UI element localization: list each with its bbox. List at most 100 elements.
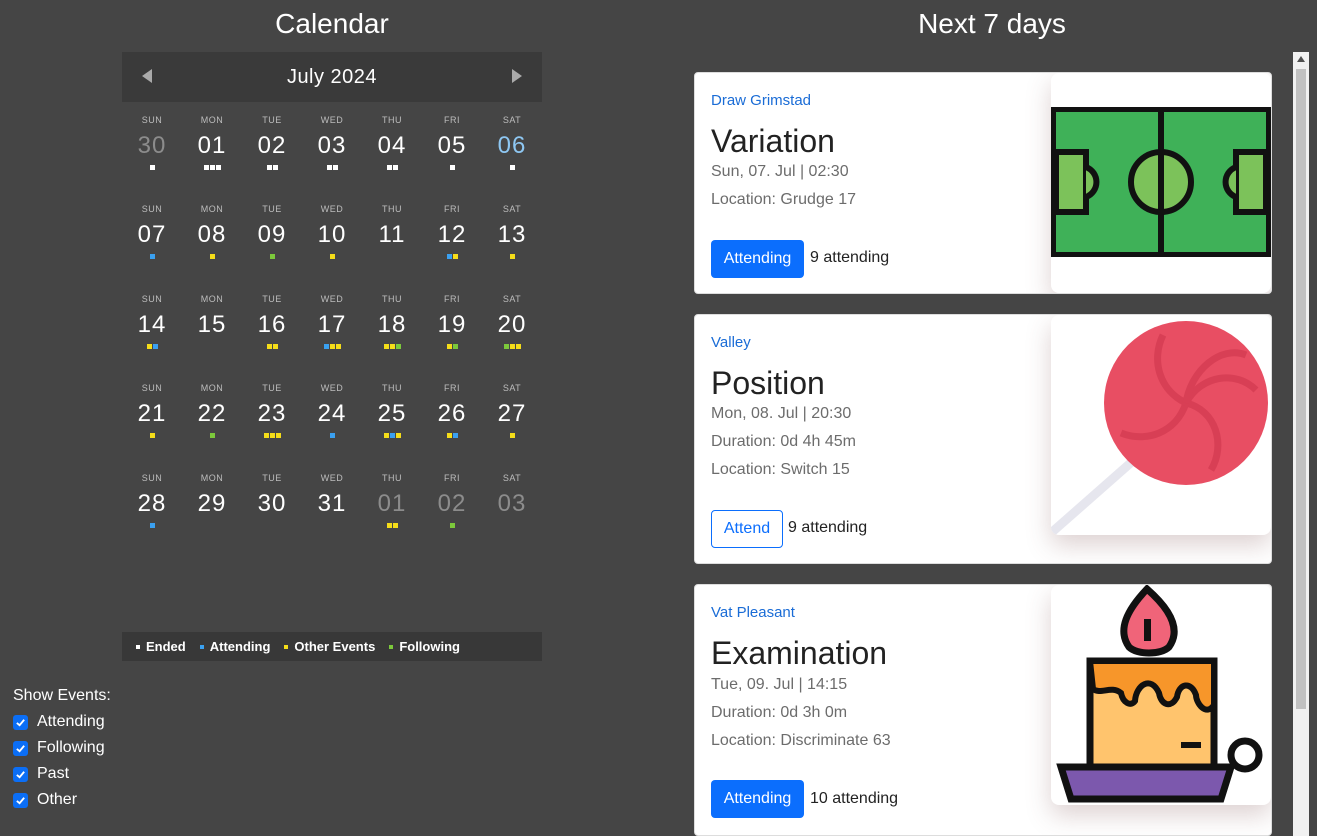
legend-item-following: Following (389, 639, 460, 654)
calendar-day-cell[interactable]: SAT 06 (482, 110, 542, 194)
calendar-day-cell[interactable]: SUN 07 (122, 199, 182, 283)
weekday-label: TUE (262, 473, 282, 483)
calendar-day-cell[interactable]: SAT 20 (482, 289, 542, 373)
filter-attending-checkbox[interactable]: Attending (13, 709, 111, 735)
calendar-day-cell[interactable]: SAT 13 (482, 199, 542, 283)
calendar-day-cell[interactable]: SUN 21 (122, 378, 182, 462)
weekday-label: MON (200, 204, 224, 214)
calendar-day-cell[interactable]: THU 25 (362, 378, 422, 462)
attending-button[interactable]: Attending (711, 240, 804, 278)
calendar-day-cell[interactable]: FRI 02 (422, 468, 482, 552)
checkbox-checked-icon[interactable] (13, 766, 28, 782)
calendar-day-cell[interactable]: WED 17 (302, 289, 362, 373)
event-dots (362, 165, 422, 171)
calendar-day-cell[interactable]: FRI 26 (422, 378, 482, 462)
prev-month-arrow-icon[interactable] (142, 69, 152, 83)
attend-button[interactable]: Attend (711, 510, 783, 548)
candle-icon (1056, 585, 1263, 803)
event-organizer-link[interactable]: Vat Pleasant (711, 604, 795, 621)
weekday-label: FRI (444, 473, 460, 483)
event-date: Tue, 09. Jul | 14:15 (711, 676, 848, 693)
day-number: 07 (137, 221, 167, 248)
event-card[interactable]: Draw Grimstad Variation Sun, 07. Jul | 0… (694, 72, 1272, 294)
filter-other-checkbox[interactable]: Other (13, 787, 111, 813)
day-number: 15 (197, 311, 227, 338)
event-dot (272, 344, 278, 349)
page-scrollbar[interactable] (1293, 52, 1309, 836)
legend-item-other-events: Other Events (284, 639, 375, 654)
attending-button[interactable]: Attending (711, 780, 804, 818)
filter-past-checkbox[interactable]: Past (13, 761, 111, 787)
event-dot (392, 523, 398, 528)
calendar-day-cell[interactable]: SUN 30 (122, 110, 182, 194)
next-month-arrow-icon[interactable] (512, 69, 522, 83)
event-dot (215, 165, 221, 170)
legend-label: Other Events (294, 639, 376, 654)
calendar-day-cell[interactable]: TUE 30 (242, 468, 302, 552)
day-number: 01 (377, 490, 407, 517)
scroll-up-arrow-icon[interactable] (1297, 56, 1305, 62)
event-organizer-link[interactable]: Draw Grimstad (711, 92, 811, 109)
weekday-label: SUN (141, 115, 163, 125)
calendar-day-cell[interactable]: WED 10 (302, 199, 362, 283)
calendar-day-cell[interactable]: TUE 23 (242, 378, 302, 462)
weekday-label: SUN (141, 383, 163, 393)
event-dot (209, 433, 215, 438)
event-card[interactable]: Vat Pleasant Examination Tue, 09. Jul | … (694, 584, 1272, 836)
calendar-day-cell[interactable]: THU 18 (362, 289, 422, 373)
event-dot (386, 165, 392, 170)
calendar-day-cell[interactable]: MON 29 (182, 468, 242, 552)
checkbox-checked-icon[interactable] (13, 792, 28, 808)
weekday-label: MON (200, 294, 224, 304)
event-dot (395, 433, 401, 438)
weekday-label: WED (320, 473, 344, 483)
event-duration: Duration: 0d 4h 45m (711, 433, 856, 450)
event-dots (422, 433, 482, 439)
event-dot (449, 523, 455, 528)
calendar-day-cell[interactable]: THU 11 (362, 199, 422, 283)
event-dot (335, 344, 341, 349)
event-dot (329, 344, 335, 349)
day-number: 31 (317, 490, 347, 517)
calendar-week: SUN 14 MON 15 TUE 16 WED 17 THU 18 FRI 19 SAT 20 (122, 289, 542, 373)
calendar-day-cell[interactable]: MON 08 (182, 199, 242, 283)
event-dots (302, 344, 362, 350)
calendar-day-cell[interactable]: TUE 02 (242, 110, 302, 194)
calendar-day-cell[interactable]: SAT 03 (482, 468, 542, 552)
calendar-day-cell[interactable]: TUE 16 (242, 289, 302, 373)
event-organizer-link[interactable]: Valley (711, 334, 751, 351)
calendar-day-cell[interactable]: WED 24 (302, 378, 362, 462)
calendar-day-cell[interactable]: WED 03 (302, 110, 362, 194)
calendar-day-cell[interactable]: WED 31 (302, 468, 362, 552)
filter-following-checkbox[interactable]: Following (13, 735, 111, 761)
event-dots (182, 254, 242, 260)
calendar-week: SUN 21 MON 22 TUE 23 WED 24 THU 25 FRI 26 SAT 27 (122, 378, 542, 462)
day-number: 20 (497, 311, 527, 338)
calendar-day-cell[interactable]: TUE 09 (242, 199, 302, 283)
event-title: Position (711, 365, 825, 401)
day-number: 21 (137, 400, 167, 427)
day-number: 28 (137, 490, 167, 517)
calendar-day-cell[interactable]: THU 01 (362, 468, 422, 552)
calendar-day-cell[interactable]: MON 15 (182, 289, 242, 373)
event-card[interactable]: Valley Position Mon, 08. Jul | 20:30 Dur… (694, 314, 1272, 564)
legend-item-attending: Attending (199, 639, 270, 654)
event-dot (332, 165, 338, 170)
calendar-day-cell[interactable]: MON 01 (182, 110, 242, 194)
event-image (1051, 73, 1271, 293)
calendar-day-cell[interactable]: FRI 19 (422, 289, 482, 373)
calendar-day-cell[interactable]: SUN 28 (122, 468, 182, 552)
checkbox-checked-icon[interactable] (13, 740, 28, 756)
calendar-day-cell[interactable]: FRI 05 (422, 110, 482, 194)
day-number: 09 (257, 221, 287, 248)
calendar-day-cell[interactable]: FRI 12 (422, 199, 482, 283)
calendar-day-cell[interactable]: SAT 27 (482, 378, 542, 462)
event-dots (362, 254, 422, 260)
event-dot (209, 254, 215, 259)
scroll-thumb[interactable] (1296, 69, 1306, 709)
calendar-day-cell[interactable]: THU 04 (362, 110, 422, 194)
weekday-label: THU (382, 473, 402, 483)
checkbox-checked-icon[interactable] (13, 714, 28, 730)
calendar-day-cell[interactable]: SUN 14 (122, 289, 182, 373)
calendar-day-cell[interactable]: MON 22 (182, 378, 242, 462)
